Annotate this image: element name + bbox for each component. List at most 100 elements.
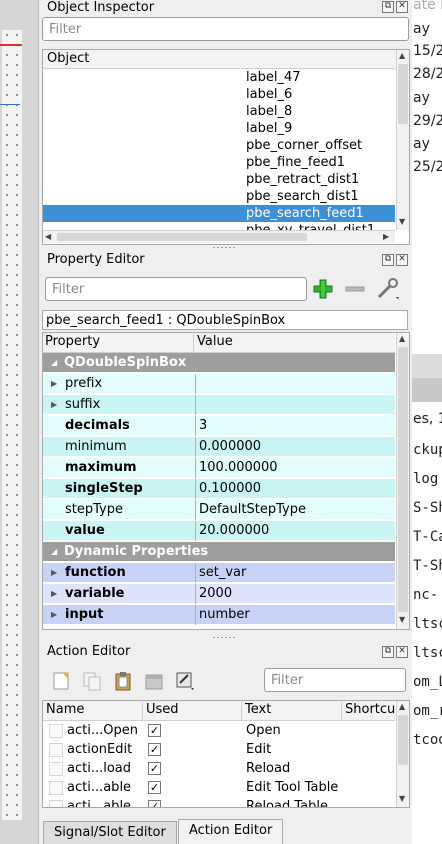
value-column-header[interactable]: Value xyxy=(193,334,233,352)
action-table-scrollbar[interactable]: ▲ ▼ xyxy=(396,701,409,807)
property-row[interactable]: minimum 0.000000 xyxy=(43,437,395,457)
scrollbar-thumb[interactable] xyxy=(398,715,408,765)
action-row[interactable]: acti...Open ✓ Open xyxy=(43,721,395,740)
scroll-up-icon[interactable]: ▲ xyxy=(399,334,405,343)
tab-signal-slot-editor[interactable]: Signal/Slot Editor xyxy=(43,821,177,844)
tree-row[interactable]: label_47 xyxy=(43,69,395,86)
copy-action-button[interactable] xyxy=(82,671,102,691)
property-row[interactable]: maximum 100.000000 xyxy=(43,458,395,478)
scrollbar-thumb[interactable] xyxy=(398,64,408,124)
shortcut-column-header[interactable]: Shortcu xyxy=(341,702,395,720)
remove-dynamic-property-button[interactable] xyxy=(344,278,366,300)
property-value[interactable] xyxy=(195,395,199,415)
tree-row-selected[interactable]: pbe_search_feed1 xyxy=(43,205,395,222)
dock-splitter-handle[interactable] xyxy=(212,246,236,249)
property-value[interactable]: 100.000000 xyxy=(195,458,278,478)
used-checkbox[interactable]: ✓ xyxy=(148,762,161,775)
scrollbar-thumb[interactable] xyxy=(57,233,307,241)
close-icon[interactable]: ✕ xyxy=(396,254,408,266)
paste-action-button[interactable] xyxy=(113,671,133,691)
collapse-arrow-icon[interactable]: ◢ xyxy=(51,542,57,562)
tree-row[interactable]: pbe_corner_offset xyxy=(43,137,395,154)
configure-button[interactable] xyxy=(375,277,403,301)
property-value[interactable]: 3 xyxy=(195,416,207,436)
close-icon[interactable]: ✕ xyxy=(396,1,408,13)
action-row[interactable]: acti...able ✓ Edit Tool Table xyxy=(43,778,395,797)
delete-action-button[interactable] xyxy=(144,671,164,691)
used-column-header[interactable]: Used xyxy=(142,702,179,720)
property-value[interactable]: set_var xyxy=(195,563,246,583)
minus-icon xyxy=(345,286,365,292)
property-row[interactable]: decimals 3 xyxy=(43,416,395,436)
scroll-down-icon[interactable]: ▼ xyxy=(399,794,405,803)
property-table[interactable]: Property Value ◢ QDoubleSpinBox ▶ prefix ▶… xyxy=(42,332,410,630)
background-text: 28/25 xyxy=(413,66,442,82)
expand-arrow-icon[interactable]: ▶ xyxy=(51,584,57,604)
property-value[interactable]: 2000 xyxy=(195,584,232,604)
property-filter-input[interactable]: Filter xyxy=(45,277,307,301)
property-row[interactable]: ▶ suffix xyxy=(43,395,395,415)
property-column-header[interactable]: Property xyxy=(45,334,100,349)
scroll-down-icon[interactable]: ▼ xyxy=(399,615,405,624)
property-row[interactable]: ▶ prefix xyxy=(43,374,395,394)
background-text: T-Ca xyxy=(413,529,442,545)
property-row[interactable]: singleStep 0.100000 xyxy=(43,479,395,499)
scroll-left-icon[interactable]: ◀ xyxy=(45,232,51,241)
action-table[interactable]: Name Used Text Shortcu acti...Open ✓ Open … xyxy=(42,700,410,808)
action-row[interactable]: acti...able ✓ Reload Table xyxy=(43,797,395,807)
object-column-header[interactable]: Object xyxy=(43,50,409,69)
property-value[interactable] xyxy=(195,374,199,394)
expand-arrow-icon[interactable]: ▶ xyxy=(51,374,57,394)
property-value[interactable]: 20.000000 xyxy=(195,521,269,541)
scroll-up-icon[interactable]: ▲ xyxy=(399,51,405,60)
new-action-button[interactable] xyxy=(51,671,71,691)
used-checkbox[interactable]: ✓ xyxy=(148,800,161,807)
text-column-header[interactable]: Text xyxy=(241,702,271,720)
tree-row[interactable]: label_6 xyxy=(43,86,395,103)
scrollbar-thumb[interactable] xyxy=(398,347,408,612)
tree-row[interactable]: label_9 xyxy=(43,120,395,137)
expand-arrow-icon[interactable]: ▶ xyxy=(51,605,57,625)
action-row[interactable]: acti...load ✓ Reload xyxy=(43,759,395,778)
expand-arrow-icon[interactable]: ▶ xyxy=(51,395,57,415)
property-value[interactable]: DefaultStepType xyxy=(195,500,306,520)
property-row[interactable]: stepType DefaultStepType xyxy=(43,500,395,520)
expand-arrow-icon[interactable]: ▶ xyxy=(51,563,57,583)
action-filter-input[interactable]: Filter xyxy=(264,668,406,692)
tab-action-editor[interactable]: Action Editor xyxy=(178,819,284,844)
scroll-up-icon[interactable]: ▲ xyxy=(399,702,405,711)
tree-vertical-scrollbar[interactable]: ▲ ▼ xyxy=(396,50,409,230)
property-row[interactable]: ▶ variable 2000 xyxy=(43,584,395,604)
property-value[interactable]: 0.000000 xyxy=(195,437,261,457)
add-dynamic-property-button[interactable] xyxy=(312,278,334,300)
used-checkbox[interactable]: ✓ xyxy=(148,724,161,737)
object-tree[interactable]: Object label_47 label_6 label_8 label_9 … xyxy=(42,49,410,245)
float-icon[interactable]: ⧉ xyxy=(382,1,394,13)
property-group-row[interactable]: ◢ Dynamic Properties xyxy=(43,542,395,562)
used-checkbox[interactable]: ✓ xyxy=(148,743,161,756)
property-row[interactable]: ▶ input number xyxy=(43,605,395,625)
tree-row[interactable]: pbe_search_dist1 xyxy=(43,188,395,205)
name-column-header[interactable]: Name xyxy=(43,702,84,720)
property-group-row[interactable]: ◢ QDoubleSpinBox xyxy=(43,353,395,373)
property-value[interactable]: 0.100000 xyxy=(195,479,261,499)
close-icon[interactable]: ✕ xyxy=(396,646,408,658)
float-icon[interactable]: ⧉ xyxy=(382,646,394,658)
tree-row[interactable]: pbe_retract_dist1 xyxy=(43,171,395,188)
object-filter-input[interactable]: Filter xyxy=(42,17,409,41)
tree-horizontal-scrollbar[interactable]: ◀ ▶ xyxy=(43,230,395,243)
configure-action-button[interactable] xyxy=(175,671,195,691)
property-row[interactable]: value 20.000000 xyxy=(43,521,395,541)
property-value[interactable]: number xyxy=(195,605,250,625)
scroll-right-icon[interactable]: ▶ xyxy=(383,232,389,241)
scroll-down-icon[interactable]: ▼ xyxy=(399,217,405,226)
collapse-arrow-icon[interactable]: ◢ xyxy=(51,353,57,373)
float-icon[interactable]: ⧉ xyxy=(382,254,394,266)
tree-row[interactable]: label_8 xyxy=(43,103,395,120)
dock-splitter-handle[interactable] xyxy=(212,636,236,639)
action-row[interactable]: actionEdit ✓ Edit xyxy=(43,740,395,759)
tree-row[interactable]: pbe_fine_feed1 xyxy=(43,154,395,171)
property-table-scrollbar[interactable]: ▲ ▼ xyxy=(396,333,409,629)
used-checkbox[interactable]: ✓ xyxy=(148,781,161,794)
property-row[interactable]: ▶ function set_var xyxy=(43,563,395,583)
